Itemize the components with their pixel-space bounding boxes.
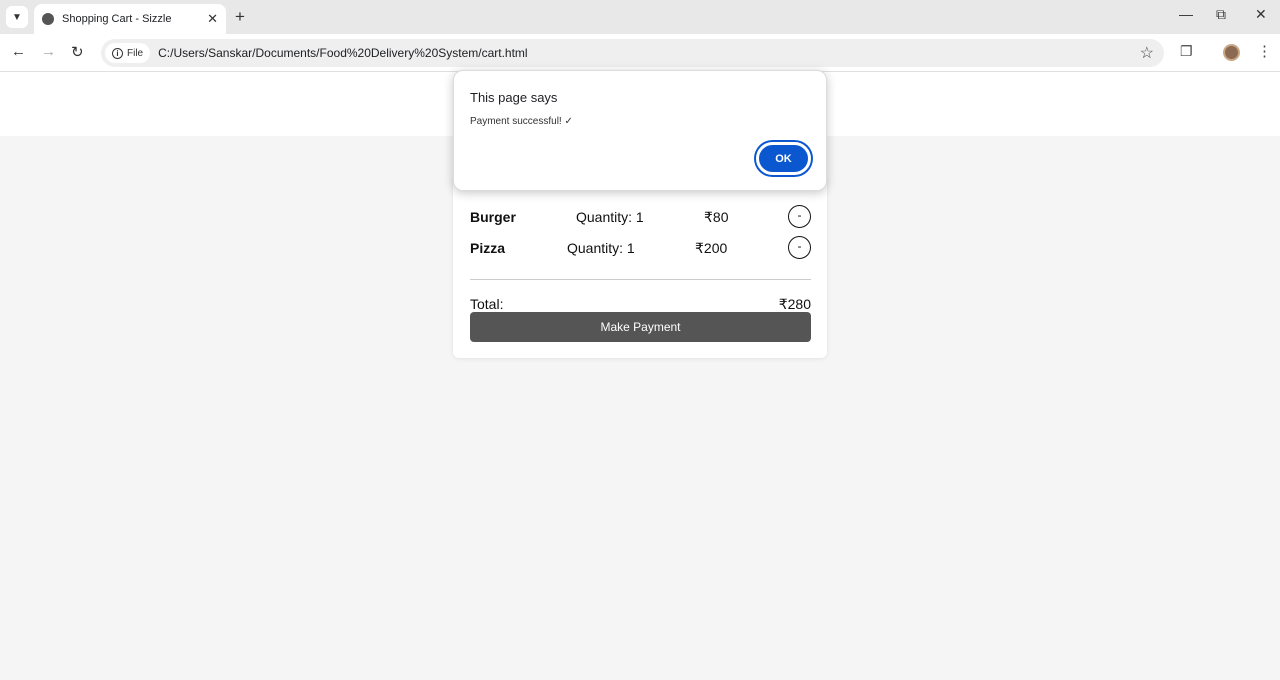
item-name: Burger — [470, 209, 516, 225]
ok-button[interactable]: OK — [756, 142, 811, 175]
tab-search-chevron-icon[interactable]: ▼ — [6, 6, 28, 28]
restore-icon[interactable]: ⧉ — [1216, 6, 1226, 23]
cart-card: Burger Quantity: 1 ₹80 - Pizza Quantity:… — [453, 175, 827, 358]
alert-dialog: This page says Payment successful! ✓ OK — [453, 70, 827, 191]
remove-item-button[interactable]: - — [788, 205, 811, 228]
menu-kebab-icon[interactable]: ⋮ — [1257, 42, 1272, 60]
tab-title: Shopping Cart - Sizzle — [62, 13, 172, 25]
cart-item-pizza: Pizza Quantity: 1 ₹200 - — [470, 236, 811, 262]
total-label: Total: — [470, 296, 504, 312]
address-bar[interactable]: i File C:/Users/Sanskar/Documents/Food%2… — [101, 39, 1164, 67]
reload-icon[interactable]: ↻ — [71, 43, 84, 61]
item-price: ₹200 — [695, 240, 728, 256]
tab-shopping-cart[interactable]: Shopping Cart - Sizzle ✕ — [34, 4, 226, 34]
divider — [470, 279, 811, 280]
new-tab-icon[interactable]: + — [235, 7, 245, 27]
forward-icon[interactable]: → — [41, 43, 56, 60]
url-text[interactable]: C:/Users/Sanskar/Documents/Food%20Delive… — [158, 46, 527, 60]
item-name: Pizza — [470, 240, 506, 256]
make-payment-button[interactable]: Make Payment — [470, 312, 811, 342]
back-icon[interactable]: ← — [11, 43, 26, 60]
cart-item-burger: Burger Quantity: 1 ₹80 - — [470, 205, 811, 231]
extensions-icon[interactable]: ❐ — [1180, 43, 1193, 60]
item-quantity: Quantity: 1 — [576, 209, 644, 225]
window-close-icon[interactable]: ✕ — [1255, 6, 1267, 23]
dialog-message: Payment successful! ✓ — [470, 116, 573, 127]
browser-toolbar: ← → ↻ i File C:/Users/Sanskar/Documents/… — [0, 34, 1280, 72]
bookmark-star-icon[interactable]: ☆ — [1140, 43, 1154, 63]
total-value: ₹280 — [778, 296, 811, 312]
remove-item-button[interactable]: - — [788, 236, 811, 259]
tab-bar: ▼ Shopping Cart - Sizzle ✕ + — ⧉ ✕ — [0, 0, 1280, 34]
info-icon: i — [112, 47, 123, 59]
minimize-icon[interactable]: — — [1179, 6, 1193, 22]
site-info-label: File — [127, 47, 144, 59]
close-tab-icon[interactable]: ✕ — [207, 11, 218, 27]
profile-avatar[interactable] — [1223, 44, 1240, 61]
globe-icon — [42, 13, 54, 25]
item-quantity: Quantity: 1 — [567, 240, 635, 256]
item-price: ₹80 — [704, 209, 729, 225]
dialog-title: This page says — [470, 90, 558, 105]
site-info-chip[interactable]: i File — [105, 43, 151, 63]
